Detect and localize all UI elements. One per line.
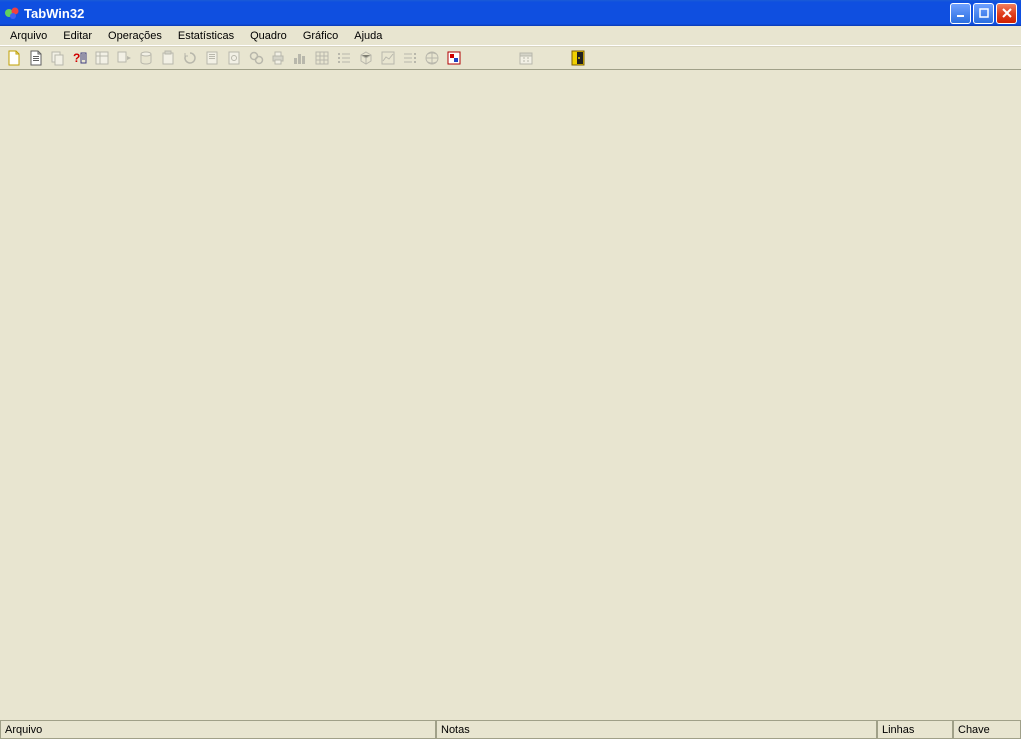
calendar-icon[interactable] bbox=[516, 48, 536, 68]
titlebar: TabWin32 bbox=[0, 0, 1021, 26]
menu-grafico[interactable]: Gráfico bbox=[295, 28, 346, 44]
refresh-icon[interactable] bbox=[180, 48, 200, 68]
sql-icon[interactable] bbox=[136, 48, 156, 68]
print-icon[interactable] bbox=[268, 48, 288, 68]
menu-operacoes[interactable]: Operações bbox=[100, 28, 170, 44]
window-title: TabWin32 bbox=[24, 6, 950, 21]
open-file-icon[interactable] bbox=[26, 48, 46, 68]
content-area bbox=[0, 70, 1021, 720]
report-icon[interactable] bbox=[202, 48, 222, 68]
copy-icon[interactable] bbox=[48, 48, 68, 68]
minimize-button[interactable] bbox=[950, 3, 971, 24]
menu-arquivo[interactable]: Arquivo bbox=[2, 28, 55, 44]
status-arquivo: Arquivo bbox=[0, 721, 436, 739]
cube-icon[interactable] bbox=[356, 48, 376, 68]
chart-bar-icon[interactable] bbox=[290, 48, 310, 68]
status-linhas: Linhas bbox=[877, 721, 953, 739]
menu-quadro[interactable]: Quadro bbox=[242, 28, 295, 44]
search-icon[interactable] bbox=[246, 48, 266, 68]
menubar: Arquivo Editar Operações Estatísticas Qu… bbox=[0, 26, 1021, 46]
menu-editar[interactable]: Editar bbox=[55, 28, 100, 44]
save-table-icon[interactable] bbox=[92, 48, 112, 68]
paste-icon[interactable] bbox=[158, 48, 178, 68]
globe-icon[interactable] bbox=[422, 48, 442, 68]
help-execute-icon[interactable]: ? bbox=[70, 48, 90, 68]
toolbar: ? bbox=[0, 46, 1021, 70]
flag-icon[interactable] bbox=[444, 48, 464, 68]
grid-icon[interactable] bbox=[312, 48, 332, 68]
exit-icon[interactable] bbox=[568, 48, 588, 68]
status-chave: Chave bbox=[953, 721, 1021, 739]
new-file-icon[interactable] bbox=[4, 48, 24, 68]
list-left-icon[interactable] bbox=[334, 48, 354, 68]
settings-icon[interactable] bbox=[224, 48, 244, 68]
menu-estatisticas[interactable]: Estatísticas bbox=[170, 28, 242, 44]
statusbar: Arquivo Notas Linhas Chave bbox=[0, 720, 1021, 739]
chart-line-icon[interactable] bbox=[378, 48, 398, 68]
execute-tab-icon[interactable] bbox=[114, 48, 134, 68]
maximize-button[interactable] bbox=[973, 3, 994, 24]
list-right-icon[interactable] bbox=[400, 48, 420, 68]
window-controls bbox=[950, 3, 1017, 24]
menu-ajuda[interactable]: Ajuda bbox=[346, 28, 390, 44]
svg-text:?: ? bbox=[73, 51, 80, 65]
close-button[interactable] bbox=[996, 3, 1017, 24]
app-icon bbox=[4, 5, 20, 21]
status-notas: Notas bbox=[436, 721, 877, 739]
